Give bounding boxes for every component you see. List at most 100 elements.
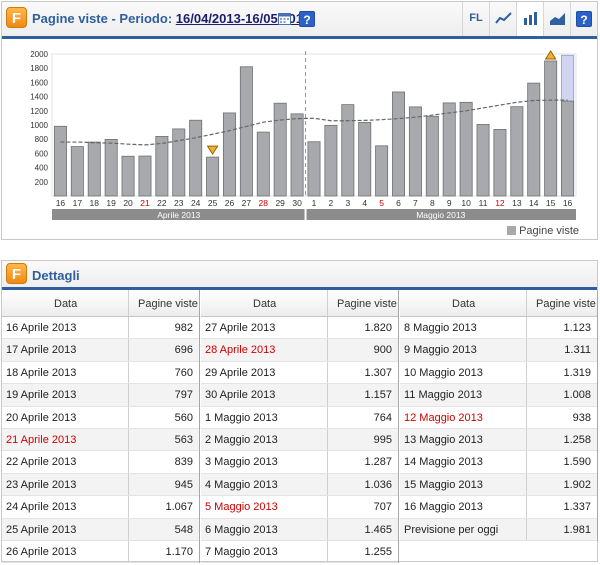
legend-swatch <box>507 226 517 235</box>
row-page-views: 764 <box>373 411 392 424</box>
y-tick-label: 1800 <box>30 64 48 73</box>
header-page-views[interactable]: Pagine viste <box>138 298 198 310</box>
column-header: Data Pagine viste <box>2 290 199 317</box>
table-row: 9 Maggio 2013 1.311 <box>400 339 597 362</box>
row-date: 30 Aprile 2013 <box>205 389 276 402</box>
area-chart-button[interactable] <box>543 2 570 36</box>
table-row: 15 Maggio 2013 1.902 <box>400 473 597 497</box>
x-tick-label: 19 <box>106 198 116 208</box>
row-page-views: 938 <box>572 411 591 424</box>
column-divider <box>526 406 527 428</box>
x-tick-label: 15 <box>546 198 556 208</box>
row-date: 18 Aprile 2013 <box>6 366 77 379</box>
table-row: 13 Maggio 2013 1.258 <box>400 428 597 452</box>
column-divider <box>128 428 129 451</box>
row-date: 28 Aprile 2013 <box>205 344 276 357</box>
x-tick-label: 27 <box>242 198 252 208</box>
column-divider <box>327 361 328 384</box>
y-tick-label: 1000 <box>30 121 48 130</box>
row-page-views: 1.465 <box>364 523 392 536</box>
row-date: 16 Aprile 2013 <box>6 322 77 334</box>
area-chart-icon <box>550 13 565 25</box>
row-date: 14 Maggio 2013 <box>404 456 483 469</box>
y-tick-label: 1200 <box>30 107 48 116</box>
header-page-views[interactable]: Pagine viste <box>536 298 596 310</box>
chart-panel: F Pagine viste - Periodo: 16/04/2013-16/… <box>1 1 598 240</box>
x-tick-label: 23 <box>174 198 184 208</box>
column-divider <box>128 540 129 563</box>
y-tick-label: 2000 <box>30 50 48 59</box>
chart-title-prefix: Pagine viste - Periodo: <box>32 11 173 26</box>
table-row: 3 Maggio 2013 1.287 <box>201 451 398 474</box>
legend-label: Pagine viste <box>519 225 579 237</box>
column-divider <box>327 384 328 406</box>
bar <box>155 136 169 197</box>
column-divider <box>327 290 328 316</box>
fl-label: FL <box>469 12 483 24</box>
column-divider <box>526 384 527 406</box>
bar-chart-button[interactable] <box>516 2 543 36</box>
bar <box>290 113 304 197</box>
x-tick-label: 3 <box>345 198 350 208</box>
y-tick-label: 1600 <box>30 78 48 87</box>
row-page-views: 839 <box>174 456 193 469</box>
bar <box>121 155 135 197</box>
table-row: 16 Maggio 2013 1.337 <box>400 496 597 519</box>
chart-help-button[interactable]: ? <box>570 2 597 36</box>
row-date: 1 Maggio 2013 <box>205 411 278 424</box>
table-row: 4 Maggio 2013 1.036 <box>201 473 398 497</box>
row-date: 8 Maggio 2013 <box>404 322 477 334</box>
row-page-views: 1.319 <box>563 366 591 379</box>
fl-button[interactable]: FL <box>462 2 489 36</box>
bar <box>189 119 203 197</box>
bar <box>544 60 558 197</box>
y-tick-label: 400 <box>35 164 49 173</box>
page-views-chart: 20040060080010001200140016001800200016 17… <box>30 50 577 220</box>
month-label-may: Maggio 2013 <box>416 210 465 220</box>
table-row: 18 Aprile 2013 760 <box>2 361 199 385</box>
x-tick-label: 21 <box>140 198 150 208</box>
chart-title: Pagine viste - Periodo: 16/04/2013-16/05… <box>32 11 310 26</box>
row-date: 12 Maggio 2013 <box>404 411 483 424</box>
line-chart-button[interactable] <box>489 2 516 36</box>
bar <box>239 66 253 197</box>
help-icon: ? <box>576 11 592 27</box>
column-divider <box>526 518 527 540</box>
x-tick-label: 4 <box>362 198 367 208</box>
x-tick-label: 16 <box>563 198 573 208</box>
column-divider <box>128 518 129 540</box>
table-row: 7 Maggio 2013 1.255 <box>201 540 398 564</box>
row-page-views: 1.255 <box>364 545 392 558</box>
chart-panel-header: F Pagine viste - Periodo: 16/04/2013-16/… <box>2 2 597 39</box>
bar <box>87 141 101 197</box>
row-page-views: 1.902 <box>563 478 591 491</box>
bar <box>273 102 287 197</box>
x-tick-label: 9 <box>447 198 452 208</box>
table-row: 8 Maggio 2013 1.123 <box>400 317 597 340</box>
table-row: 23 Aprile 2013 945 <box>2 473 199 497</box>
column-header: Data Pagine viste <box>400 290 597 317</box>
details-column: Data Pagine viste 8 Maggio 2013 1.123 9 Magg… <box>400 290 598 541</box>
x-tick-label: 7 <box>413 198 418 208</box>
column-divider <box>128 451 129 473</box>
help-icon[interactable]: ? <box>299 11 315 27</box>
header-data[interactable]: Data <box>253 298 276 310</box>
column-divider <box>128 473 129 496</box>
header-data[interactable]: Data <box>54 298 77 310</box>
x-tick-label: 17 <box>73 198 83 208</box>
row-page-views: 945 <box>174 478 193 491</box>
table-row: 6 Maggio 2013 1.465 <box>201 518 398 541</box>
row-date: 29 Aprile 2013 <box>205 366 276 379</box>
table-row: 29 Aprile 2013 1.307 <box>201 361 398 385</box>
y-tick-label: 200 <box>35 178 49 187</box>
x-tick-label: 20 <box>123 198 133 208</box>
table-row: 25 Aprile 2013 548 <box>2 518 199 541</box>
header-data[interactable]: Data <box>452 298 475 310</box>
table-row: 2 Maggio 2013 995 <box>201 428 398 452</box>
header-page-views[interactable]: Pagine viste <box>337 298 397 310</box>
bar <box>375 145 389 197</box>
column-divider <box>327 428 328 451</box>
calendar-icon[interactable] <box>278 12 291 25</box>
bar <box>510 106 524 197</box>
x-tick-label: 26 <box>225 198 235 208</box>
